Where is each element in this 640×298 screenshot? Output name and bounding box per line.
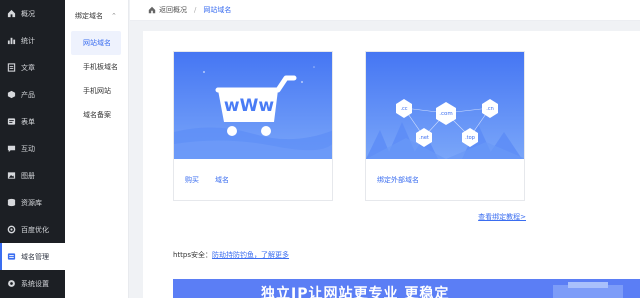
- sidebar-item-stats[interactable]: 统计: [0, 27, 65, 54]
- submenu-item-mobile-site[interactable]: 手机网站: [71, 79, 121, 103]
- dedicated-ip-promo-banner[interactable]: 独立IP让网站更专业 更稳定: [173, 279, 640, 298]
- breadcrumb-current: 网站域名: [203, 6, 232, 14]
- cart-www-text: wWw: [224, 96, 274, 116]
- submenu-item-domain-icp[interactable]: 域名备案: [71, 103, 121, 127]
- submenu-group-header[interactable]: 绑定域名 ⌃: [65, 0, 128, 31]
- settings-icon: [7, 279, 16, 288]
- tld-com-label: .com: [439, 111, 453, 117]
- sidebar-item-products[interactable]: 产品: [0, 81, 65, 108]
- tld-top-label: .top: [465, 135, 475, 141]
- image-icon: [7, 171, 16, 180]
- tld-cc-label: .cc: [400, 106, 407, 112]
- sidebar-item-resources[interactable]: 资源库: [0, 189, 65, 216]
- sidebar-item-label: 统计: [21, 36, 35, 45]
- sidebar-item-gallery[interactable]: 图册: [0, 162, 65, 189]
- sidebar-item-label: 图册: [21, 171, 35, 180]
- buy-link[interactable]: 购买: [185, 175, 199, 185]
- submenu-group-label: 绑定域名: [75, 11, 103, 20]
- sidebar-item-label: 概况: [21, 9, 35, 18]
- home-icon: [7, 9, 16, 18]
- globe-icon: [7, 252, 16, 261]
- sidebar-item-articles[interactable]: 文章: [0, 54, 65, 81]
- submenu-item-mobile-domain[interactable]: 手机板域名: [71, 55, 121, 79]
- bind-external-domain-card: .cc .com .cn .net .top 绑定外部域名: [365, 51, 525, 201]
- chart-icon: [7, 36, 16, 45]
- main-sidebar: 概况 统计 文章 产品 表单 互动 图册 资源库 百度优化 域名管理 系统设置: [0, 0, 65, 298]
- sidebar-item-domains[interactable]: 域名管理: [0, 243, 65, 270]
- breadcrumb-back-link[interactable]: 返回概况: [159, 5, 187, 15]
- sidebar-item-label: 域名管理: [21, 252, 49, 261]
- database-icon: [7, 198, 16, 207]
- document-icon: [7, 63, 16, 72]
- breadcrumb: 返回概况 / 网站域名: [130, 0, 640, 21]
- chevron-up-icon: ⌃: [111, 11, 117, 20]
- promo-text: 独立IP让网站更专业 更稳定: [261, 286, 450, 298]
- sidebar-item-overview[interactable]: 概况: [0, 0, 65, 27]
- main-content: wWw 购买 域名 .cc .com .cn .net .top 绑定外部域名 …: [143, 31, 640, 298]
- sidebar-item-settings[interactable]: 系统设置: [0, 270, 65, 297]
- buy-domain-card: wWw 购买 域名: [173, 51, 333, 201]
- sidebar-item-label: 文章: [21, 63, 35, 72]
- sidebar-item-forms[interactable]: 表单: [0, 108, 65, 135]
- sidebar-item-label: 表单: [21, 117, 35, 126]
- domain-tld-illustration: .cc .com .cn .net .top: [366, 52, 524, 159]
- form-icon: [7, 117, 16, 126]
- gear-icon: [7, 225, 16, 234]
- https-label: https安全：: [173, 251, 213, 259]
- buy-domain-footer: 购买 域名: [174, 159, 332, 201]
- https-security-row: https安全：防劫持防钓鱼，了解更多: [173, 250, 289, 260]
- submenu-item-site-domain[interactable]: 网站域名: [71, 31, 121, 55]
- chat-icon: [7, 144, 16, 153]
- sidebar-item-label: 产品: [21, 90, 35, 99]
- sidebar-item-interaction[interactable]: 互动: [0, 135, 65, 162]
- domain-submenu: 绑定域名 ⌃ 网站域名 手机板域名 手机网站 域名备案: [65, 0, 129, 298]
- sidebar-item-label: 百度优化: [21, 225, 49, 234]
- sidebar-item-label: 系统设置: [21, 279, 49, 288]
- buy-domain-banner: wWw: [174, 52, 332, 159]
- bind-domain-banner: .cc .com .cn .net .top: [366, 52, 524, 159]
- tld-cn-label: .cn: [486, 106, 494, 112]
- tld-net-label: .net: [419, 135, 429, 141]
- sidebar-item-label: 资源库: [21, 198, 42, 207]
- box-icon: [7, 90, 16, 99]
- sidebar-item-label: 互动: [21, 144, 35, 153]
- bind-domain-footer: 绑定外部域名: [366, 159, 524, 201]
- home-icon: [148, 6, 156, 14]
- shopping-cart-illustration: wWw: [174, 52, 332, 159]
- breadcrumb-separator: /: [194, 6, 197, 14]
- sidebar-item-seo[interactable]: 百度优化: [0, 216, 65, 243]
- https-learn-more-link[interactable]: 防劫持防钓鱼，了解更多: [212, 251, 289, 259]
- domain-link[interactable]: 域名: [215, 175, 229, 185]
- bind-external-domain-link[interactable]: 绑定外部域名: [377, 175, 419, 185]
- view-tutorial-link[interactable]: 查看绑定教程>: [478, 212, 526, 222]
